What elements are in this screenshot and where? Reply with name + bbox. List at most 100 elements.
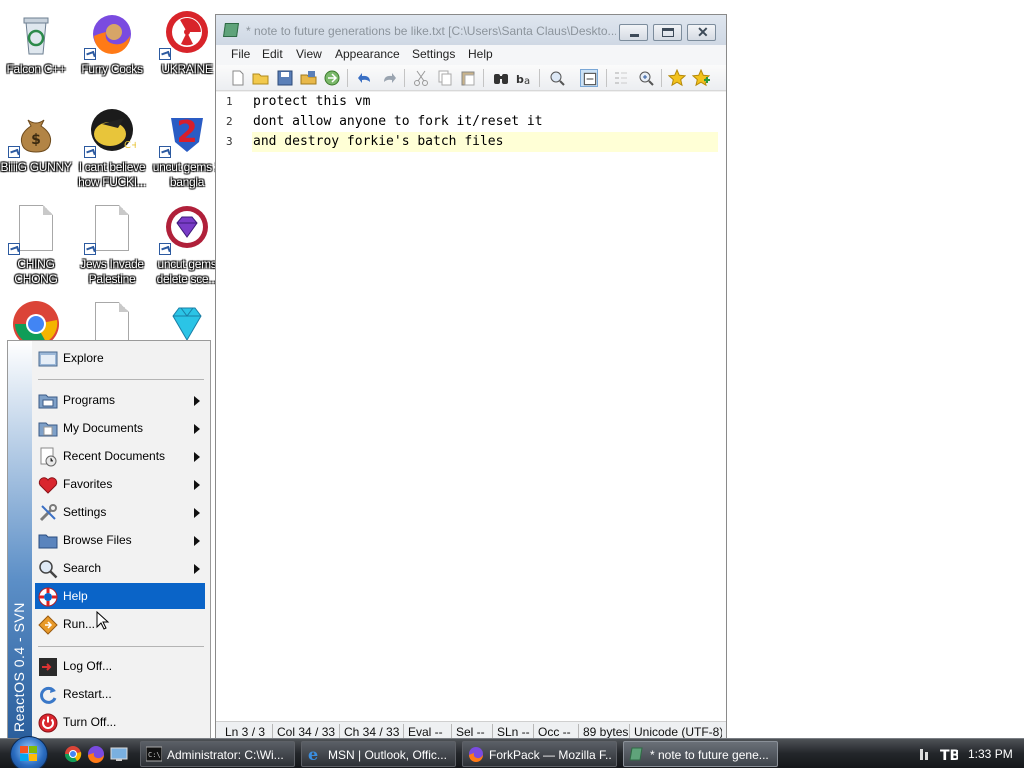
- number-two-icon: 2: [159, 108, 211, 158]
- add-favorite-button[interactable]: [691, 68, 711, 87]
- status-selection: Sel --: [456, 725, 485, 739]
- toolbar-separator: [347, 69, 348, 87]
- cut-button[interactable]: [412, 69, 430, 87]
- task-button-console[interactable]: C:\ Administrator: C:\Wi...: [140, 741, 295, 767]
- undo-button[interactable]: [356, 69, 374, 87]
- text-editor[interactable]: 1 2 3 protect this vm dont allow anyone …: [216, 92, 726, 722]
- browse-button[interactable]: [323, 69, 341, 87]
- open-file-button[interactable]: [252, 69, 270, 87]
- start-menu-brand: ReactOS 0.4 - SVN: [11, 602, 27, 732]
- quick-launch-chrome[interactable]: [64, 745, 82, 763]
- notepad-icon: [223, 23, 239, 37]
- status-divider: [578, 724, 579, 739]
- start-item-programs[interactable]: Programs: [35, 387, 205, 413]
- clock[interactable]: 1:33 PM: [968, 747, 1013, 761]
- app-tray-icon[interactable]: TB: [940, 746, 960, 764]
- menu-help[interactable]: Help: [468, 47, 493, 61]
- menu-view[interactable]: View: [296, 47, 322, 61]
- task-button-firefox[interactable]: ForkPack — Mozilla F...: [462, 741, 617, 767]
- find-button[interactable]: [492, 69, 510, 87]
- network-tray-icon[interactable]: [918, 746, 934, 762]
- desktop-icon-jews-invade[interactable]: Jews Invade Palestine: [73, 205, 151, 287]
- menu-appearance[interactable]: Appearance: [335, 47, 400, 61]
- replace-button[interactable]: ba: [515, 69, 533, 87]
- radiation-icon: [159, 10, 211, 60]
- start-item-settings[interactable]: Settings: [35, 499, 205, 525]
- task-button-label: ForkPack — Mozilla F...: [489, 748, 612, 762]
- menu-bar: File Edit View Appearance Settings Help: [216, 45, 726, 65]
- start-item-label: Turn Off...: [63, 715, 117, 729]
- programs-folder-icon: [38, 391, 58, 411]
- desktop-icon-gunny[interactable]: $ BiiiiG GUNNY: [0, 108, 75, 175]
- desktop-icon-furry[interactable]: Furry Cocks: [73, 10, 151, 77]
- start-item-label: Help: [63, 589, 88, 603]
- task-button-label: Administrator: C:\Wi...: [167, 748, 284, 762]
- status-encoding: Unicode (UTF-8): [634, 725, 722, 739]
- folder-icon: [38, 531, 58, 551]
- maximize-button[interactable]: [653, 24, 682, 41]
- favorites-button[interactable]: [667, 68, 687, 87]
- menu-separator: [38, 646, 204, 647]
- start-item-browse-files[interactable]: Browse Files: [35, 527, 205, 553]
- title-bar[interactable]: * note to future generations be like.txt…: [216, 15, 726, 45]
- save-button[interactable]: [276, 69, 294, 87]
- desktop-icon-ching-chong[interactable]: CHING CHONG: [0, 205, 75, 287]
- status-divider: [492, 724, 493, 739]
- start-item-turn-off[interactable]: Turn Off...: [35, 709, 205, 735]
- taskbar: C:\ Administrator: C:\Wi... e MSN | Outl…: [0, 736, 1024, 768]
- start-item-label: Log Off...: [63, 659, 113, 673]
- zoom-button[interactable]: [548, 69, 566, 87]
- paste-button[interactable]: [459, 69, 477, 87]
- save-as-button[interactable]: [300, 69, 318, 87]
- close-button[interactable]: ✕: [687, 24, 716, 41]
- new-file-button[interactable]: [229, 69, 247, 87]
- start-item-favorites[interactable]: Favorites: [35, 471, 205, 497]
- redo-button[interactable]: [380, 69, 398, 87]
- menu-edit[interactable]: Edit: [262, 47, 283, 61]
- text-line[interactable]: dont allow anyone to fork it/reset it: [252, 112, 718, 132]
- start-item-label: Restart...: [63, 687, 112, 701]
- task-button-notepad[interactable]: * note to future gene...: [623, 741, 778, 767]
- submenu-arrow-icon: [194, 396, 200, 406]
- line-numbers-button[interactable]: [612, 69, 630, 87]
- zoom-in-button[interactable]: [637, 69, 655, 87]
- svg-text:$: $: [31, 132, 41, 148]
- menu-file[interactable]: File: [231, 47, 250, 61]
- start-item-label: Run...: [63, 617, 96, 631]
- quick-launch-firefox[interactable]: [87, 745, 105, 763]
- shortcut-arrow-icon: [8, 146, 20, 158]
- start-item-recent-documents[interactable]: Recent Documents: [35, 443, 205, 469]
- start-item-log-off[interactable]: Log Off...: [35, 653, 205, 679]
- text-line[interactable]: protect this vm: [252, 92, 718, 112]
- start-item-search[interactable]: Search: [35, 555, 205, 581]
- desktop-icon-believe[interactable]: C++ I cant believe how FUCKI...: [73, 108, 151, 190]
- start-item-run[interactable]: Run...: [35, 611, 205, 637]
- start-item-label: Favorites: [63, 477, 113, 491]
- notepad-icon: [629, 747, 643, 761]
- status-divider: [451, 724, 452, 739]
- chrome-icon: [64, 746, 82, 763]
- status-divider: [339, 724, 340, 739]
- start-button[interactable]: [10, 736, 48, 768]
- start-item-help[interactable]: Help: [35, 583, 205, 609]
- copy-button[interactable]: [436, 69, 454, 87]
- task-button-msn[interactable]: e MSN | Outlook, Offic...: [301, 741, 456, 767]
- line-number-gutter: 1 2 3: [216, 92, 251, 722]
- current-text-line[interactable]: and destroy forkie's batch files: [252, 132, 718, 152]
- start-item-label: Recent Documents: [63, 449, 166, 463]
- minimize-button[interactable]: [619, 24, 648, 41]
- start-item-label: Browse Files: [63, 533, 132, 547]
- document-icon: [8, 205, 60, 255]
- quick-launch-desktop[interactable]: [110, 745, 128, 763]
- console-icon: C:\: [146, 746, 162, 762]
- menu-settings[interactable]: Settings: [412, 47, 455, 61]
- windows-logo-icon: [20, 746, 37, 761]
- start-menu: ReactOS 0.4 - SVN Explore Programs My Do…: [7, 340, 211, 740]
- task-button-label: MSN | Outlook, Offic...: [328, 748, 447, 762]
- desktop-icon-falcon[interactable]: Falcon C++: [0, 10, 75, 77]
- svg-text:b: b: [516, 73, 524, 86]
- start-item-my-documents[interactable]: My Documents: [35, 415, 205, 441]
- start-item-explore[interactable]: Explore: [35, 345, 205, 371]
- start-item-restart[interactable]: Restart...: [35, 681, 205, 707]
- word-wrap-button[interactable]: [580, 69, 598, 87]
